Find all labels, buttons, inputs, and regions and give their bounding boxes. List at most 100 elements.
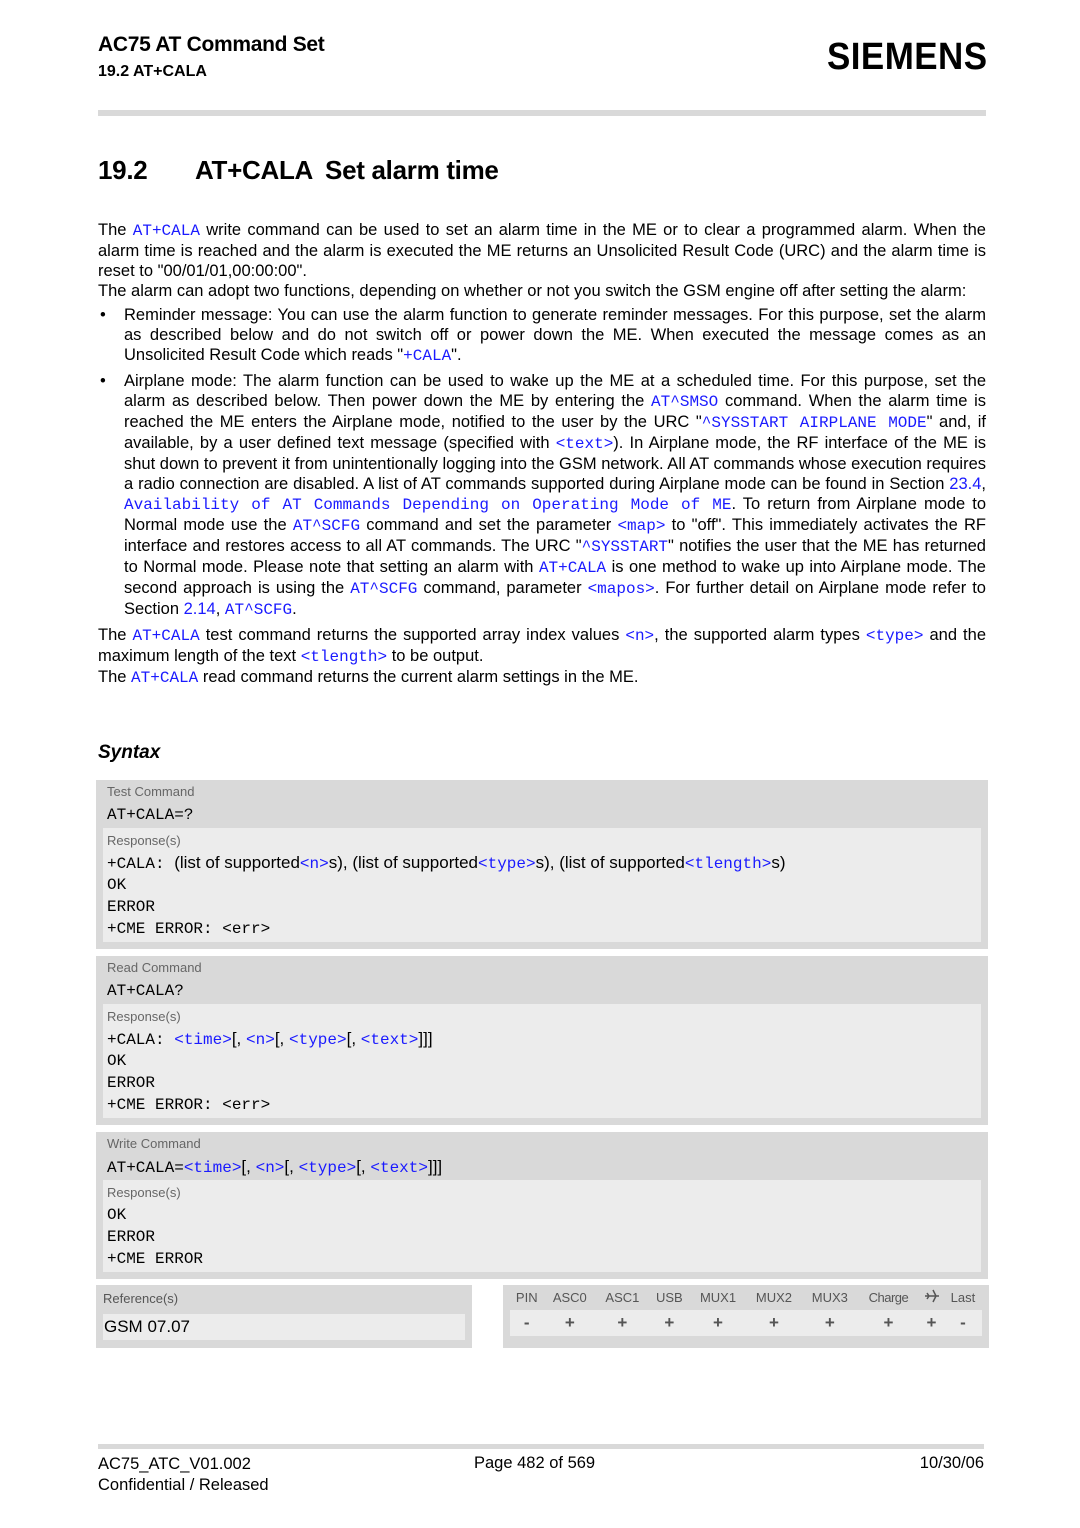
col-usb: USB [656,1290,683,1305]
sysstart-link[interactable]: ^SYSSTART [582,538,668,556]
list-item-reminder: Reminder message: You can use the alarm … [98,305,986,366]
scfg-link[interactable]: AT^SCFG [225,601,292,619]
footer-page-number: Page 482 of 569 [474,1454,596,1472]
section-23-4-title-link[interactable]: Availability of AT Commands Depending on… [124,496,731,514]
text-param-link[interactable]: <text> [361,1031,419,1049]
tlength-param-link[interactable]: <tlength> [685,855,771,873]
footer-doc-id: AC75_ATC_V01.002 [98,1455,251,1473]
col-asc1: ASC1 [605,1290,640,1305]
read-command-label: Read Command [107,960,202,975]
section-number: 19.2 [98,155,148,185]
section-23-4-link[interactable]: 23.4 [949,475,981,493]
airplane-icon [924,1289,939,1303]
body-text: The AT+CALA write command can be used to… [98,220,986,688]
footer-divider [98,1444,984,1449]
col-airplane [919,1285,944,1310]
col-pin: PIN [515,1290,538,1305]
read-command-block: Read Command AT+CALA? Response(s) +CALA:… [96,956,988,1125]
write-command-label: Write Command [107,1136,201,1151]
reference-box: Reference(s) GSM 07.07 [96,1285,472,1348]
type-param-link[interactable]: <type> [299,1159,357,1177]
smso-link[interactable]: AT^SMSO [651,393,718,411]
intro-paragraph-1: The AT+CALA write command can be used to… [98,221,986,280]
response-cme-error: +CME ERROR [107,1250,204,1268]
test-responses: Response(s) +CALA: (list of supported<n>… [103,828,981,942]
footer-date: 10/30/06 [919,1454,984,1472]
test-command: AT+CALA=? [107,806,194,824]
response-cme-error: +CME ERROR: <err> [107,920,271,938]
response-error: ERROR [107,1228,156,1246]
reference-value: GSM 07.07 [103,1314,465,1340]
interface-header-row: PIN ASC0 ASC1 USB MUX1 MUX2 MUX3 Charge … [510,1285,982,1310]
time-param-link[interactable]: <time> [184,1159,242,1177]
footer-left: AC75_ATC_V01.002 Confidential / Released [98,1454,269,1496]
section-title: Set alarm time [325,155,499,185]
n-param-link[interactable]: <n> [246,1031,275,1049]
read-responses: Response(s) +CALA: <time>[, <n>[, <type>… [103,1004,981,1118]
val-last: - [943,1310,982,1336]
type-param-link[interactable]: <type> [866,627,924,645]
test-response-syntax: +CALA: (list of supported<n>s), (list of… [107,853,786,873]
header-divider [98,110,986,116]
tlength-param-link[interactable]: <tlength> [301,648,387,666]
type-param-link[interactable]: <type> [289,1031,347,1049]
scfg-link[interactable]: AT^SCFG [293,517,360,535]
section-2-14-link[interactable]: 2.14 [184,600,216,618]
time-param-link[interactable]: <time> [174,1031,232,1049]
mapos-param-link[interactable]: <mapos> [588,580,655,598]
n-param-link[interactable]: <n> [256,1159,285,1177]
cala-link[interactable]: AT+CALA [131,669,198,687]
read-response-syntax: +CALA: <time>[, <n>[, <type>[, <text>]]] [107,1029,433,1049]
cala-link[interactable]: AT+CALA [539,559,606,577]
interface-availability-table: PIN ASC0 ASC1 USB MUX1 MUX2 MUX3 Charge … [503,1285,989,1348]
footer-status: Confidential / Released [98,1476,269,1494]
col-mux2: MUX2 [755,1290,792,1305]
val-pin: - [510,1310,544,1336]
intro-paragraph-2: The alarm can adopt two functions, depen… [98,282,967,300]
read-command: AT+CALA? [107,982,184,1000]
test-command-block: Test Command AT+CALA=? Response(s) +CALA… [96,780,988,949]
section-reference: 19.2 AT+CALA [98,63,207,80]
section-command: AT+CALA [195,155,314,185]
responses-label: Response(s) [107,833,181,848]
response-ok: OK [107,1206,127,1224]
scfg-link[interactable]: AT^SCFG [350,580,417,598]
sysstart-airplane-link[interactable]: ^SYSSTART AIRPLANE MODE [702,414,927,432]
map-param-link[interactable]: <map> [617,517,665,535]
cala-link[interactable]: AT+CALA [132,627,199,645]
text-param-link[interactable]: <text> [370,1159,428,1177]
function-list: Reminder message: You can use the alarm … [98,305,986,620]
cala-link[interactable]: AT+CALA [133,222,200,240]
write-command: AT+CALA=<time>[, <n>[, <type>[, <text>]]… [107,1157,443,1177]
col-last: Last [950,1290,976,1305]
val-airplane: + [919,1310,944,1336]
response-error: ERROR [107,898,156,916]
text-param-link[interactable]: <text> [556,435,614,453]
val-charge: + [857,1310,920,1336]
responses-label: Response(s) [107,1009,181,1024]
reference-label: Reference(s) [103,1291,179,1306]
type-param-link[interactable]: <type> [478,855,536,873]
outro-paragraph-2: The AT+CALA read command returns the cur… [98,668,639,687]
val-mux3: + [801,1310,858,1336]
val-asc0: + [543,1310,597,1336]
val-mux2: + [745,1310,802,1336]
n-param-link[interactable]: <n> [625,627,654,645]
syntax-heading: Syntax [98,742,161,763]
write-command-block: Write Command AT+CALA=<time>[, <n>[, <ty… [96,1132,988,1279]
outro-paragraph-1: The AT+CALA test command returns the sup… [98,626,986,666]
response-ok: OK [107,1052,127,1070]
col-mux1: MUX1 [699,1290,737,1305]
list-item-airplane: Airplane mode: The alarm function can be… [98,371,986,620]
col-asc0: ASC0 [552,1290,587,1305]
response-ok: OK [107,876,127,894]
val-asc1: + [596,1310,649,1336]
test-command-label: Test Command [107,784,195,799]
n-param-link[interactable]: <n> [300,855,329,873]
responses-label: Response(s) [107,1185,181,1200]
col-mux3: MUX3 [811,1290,848,1305]
interface-values-row: - + + + + + + + + - [510,1310,982,1336]
section-heading: 19.2 AT+CALA Set alarm time [98,155,499,186]
urc-cala-link[interactable]: +CALA [403,347,451,365]
write-responses: Response(s) OK ERROR +CME ERROR [103,1180,981,1272]
